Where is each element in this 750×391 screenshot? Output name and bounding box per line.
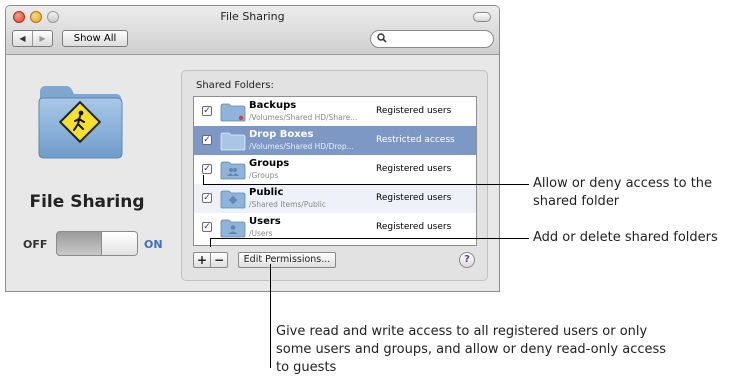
folder-access: Registered users [376, 164, 452, 174]
users-folder-icon [220, 218, 246, 238]
shared-folders-group: Shared Folders: ✓ Backups /Volumes/Share… [181, 70, 488, 281]
callout-leader-add-delete-tick [210, 238, 211, 247]
file-sharing-folder-icon [36, 78, 124, 160]
callout-add-delete: Add or delete shared folders [533, 230, 718, 245]
folder-icon [220, 131, 246, 151]
edit-permissions-button[interactable]: Edit Permissions... [238, 252, 336, 268]
switch-knob[interactable] [101, 232, 137, 255]
folder-name: Groups [249, 158, 290, 169]
toggle-off-label: OFF [23, 238, 48, 251]
back-forward-control[interactable]: ◀ ▶ [12, 30, 53, 47]
file-sharing-window: File Sharing ◀ ▶ Show All File Sharing O… [5, 5, 500, 292]
share-checkbox-backups[interactable]: ✓ [202, 106, 212, 116]
callout-permissions: Give read and write access to all regist… [276, 324, 667, 375]
folder-path: /Volumes/Shared HD/Share... [249, 113, 358, 122]
service-on-off-switch[interactable] [56, 231, 138, 256]
folder-path: /Shared Items/Public [249, 200, 327, 209]
folder-access: Registered users [376, 193, 452, 203]
callout-leader-allow-deny-tick [203, 175, 204, 184]
share-checkbox-public[interactable]: ✓ [202, 193, 212, 203]
folder-path: /Users [249, 229, 273, 238]
folder-name: Public [249, 187, 284, 198]
callout-leader-add-delete [210, 238, 529, 239]
folder-path: /Groups [249, 171, 279, 180]
folder-access: Restricted access [376, 135, 455, 145]
callout-leader-permissions [270, 264, 271, 368]
search-icon [377, 33, 387, 46]
title-bar[interactable]: File Sharing ◀ ▶ Show All [6, 6, 499, 55]
toggle-on-label: ON [144, 238, 163, 251]
list-item-backups[interactable]: ✓ Backups /Volumes/Shared HD/Share... Re… [194, 97, 476, 126]
callout-allow-deny: Allow or deny access to the shared folde… [533, 176, 713, 209]
public-folder-icon [220, 189, 246, 209]
service-title: File Sharing [29, 192, 145, 212]
add-folder-button[interactable]: + [194, 253, 210, 267]
list-item-drop-boxes[interactable]: ✓ Drop Boxes /Volumes/Shared HD/Drop... … [194, 126, 476, 155]
folder-name: Users [249, 216, 281, 227]
list-item-public[interactable]: ✓ Public /Shared Items/Public Registered… [194, 184, 476, 213]
window-title: File Sharing [220, 10, 285, 23]
toolbar-toggle-button[interactable] [473, 12, 491, 22]
folder-access: Registered users [376, 106, 452, 116]
share-checkbox-drop-boxes[interactable]: ✓ [202, 135, 212, 145]
folder-name: Drop Boxes [249, 129, 314, 140]
share-checkbox-users[interactable]: ✓ [202, 222, 212, 232]
share-checkbox-groups[interactable]: ✓ [202, 164, 212, 174]
shared-folders-label: Shared Folders: [196, 80, 274, 91]
add-remove-control[interactable]: + − [193, 252, 228, 268]
search-field[interactable] [370, 30, 494, 48]
shared-folders-list[interactable]: ✓ Backups /Volumes/Shared HD/Share... Re… [193, 96, 477, 246]
remove-folder-button[interactable]: − [210, 253, 227, 267]
callout-leader-allow-deny [203, 184, 529, 185]
back-arrow-icon[interactable]: ◀ [13, 31, 32, 46]
help-button[interactable]: ? [459, 252, 475, 268]
group-folder-icon [220, 160, 246, 180]
show-all-button[interactable]: Show All [62, 30, 128, 47]
folder-path: /Volumes/Shared HD/Drop... [249, 142, 354, 151]
folder-icon [220, 102, 246, 122]
folder-name: Backups [249, 100, 297, 111]
forward-arrow-icon[interactable]: ▶ [32, 31, 52, 46]
folder-access: Registered users [376, 222, 452, 232]
list-item-groups[interactable]: ✓ Groups /Groups Registered users [194, 155, 476, 184]
